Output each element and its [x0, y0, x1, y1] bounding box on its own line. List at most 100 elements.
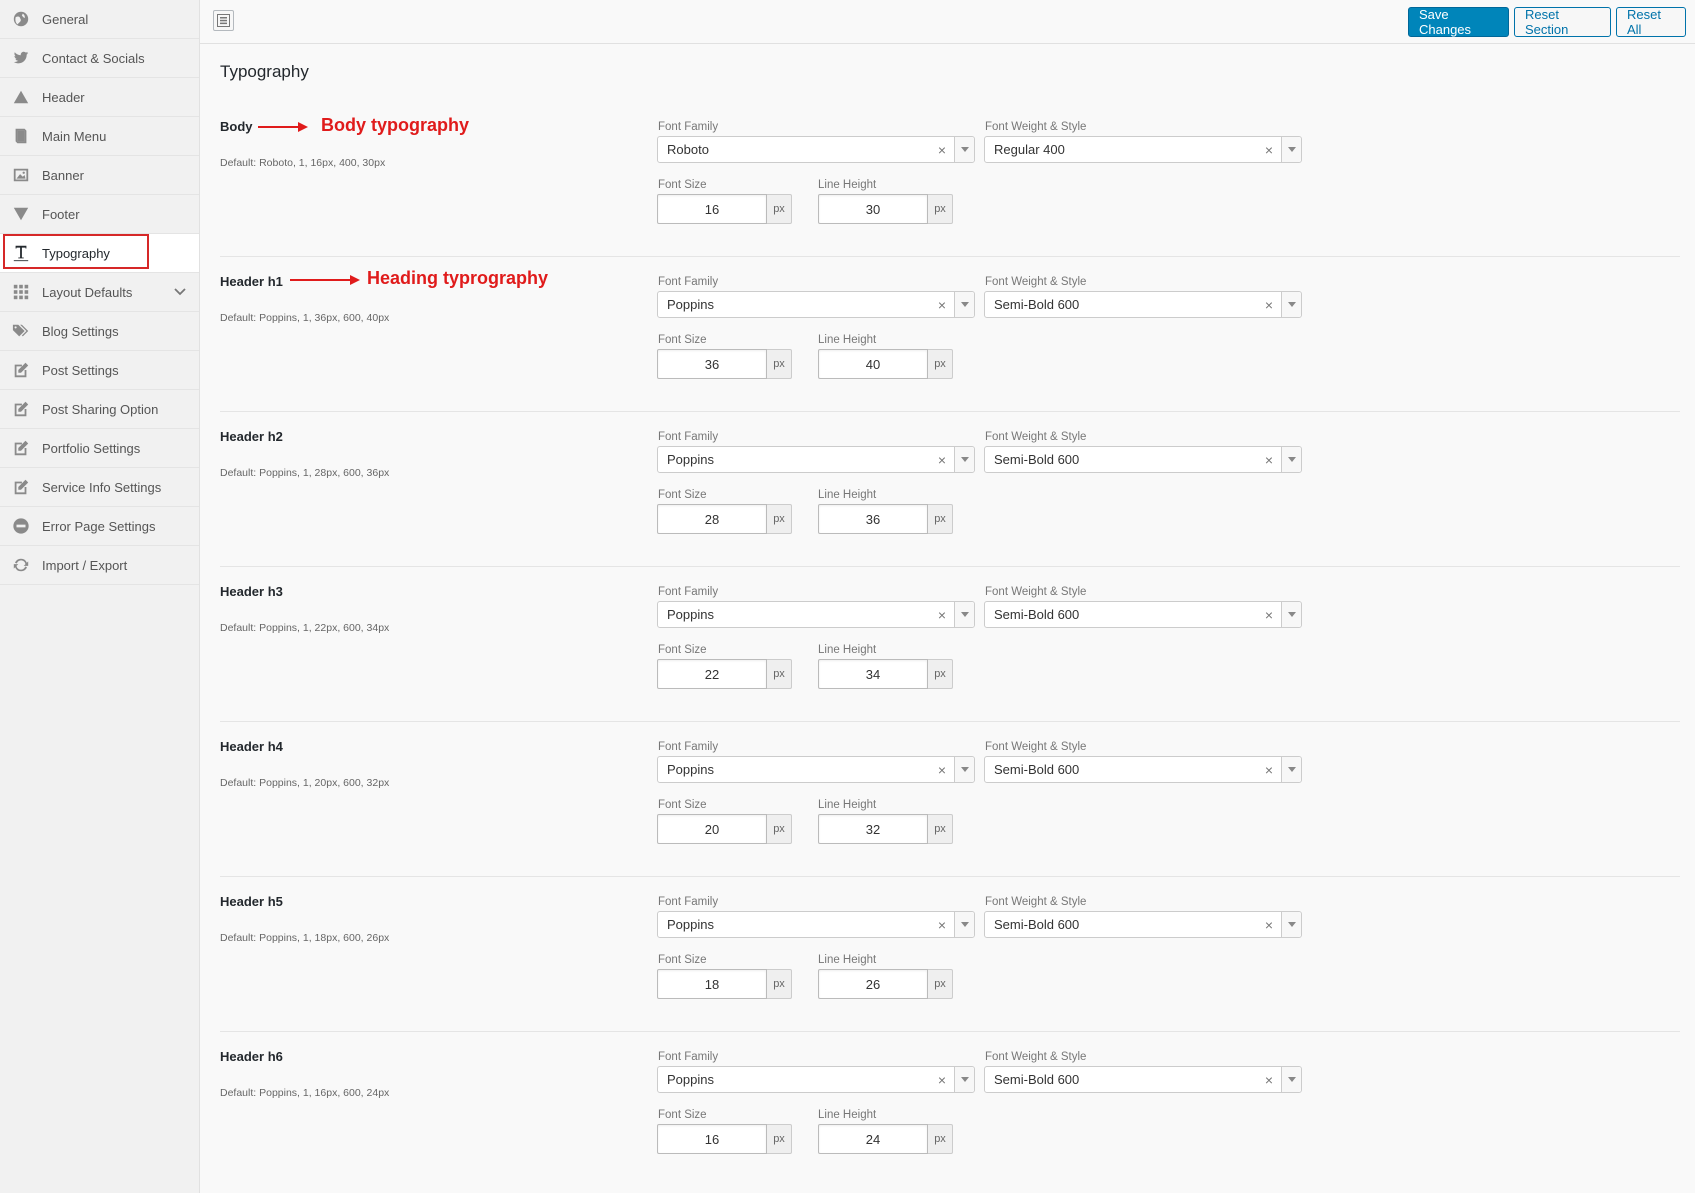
sidebar-item-general[interactable]: General	[0, 0, 199, 39]
font-size-input[interactable]	[657, 659, 767, 689]
font-size-input[interactable]	[657, 1124, 767, 1154]
clear-icon[interactable]: ×	[936, 608, 948, 622]
sidebar-item-import-export[interactable]: Import / Export	[0, 546, 199, 585]
sidebar-item-post-settings[interactable]: Post Settings	[0, 351, 199, 390]
edit-icon	[12, 400, 30, 418]
clear-icon[interactable]: ×	[936, 763, 948, 777]
line-height-input[interactable]	[818, 194, 928, 224]
font-size-input[interactable]	[657, 969, 767, 999]
text-icon	[12, 244, 30, 262]
font-weight-style-label: Font Weight & Style	[985, 431, 1087, 443]
page-title: Typography	[220, 62, 309, 81]
typography-section-h4: Header h4 Default: Poppins, 1, 20px, 600…	[220, 722, 1680, 877]
font-weight-style-label: Font Weight & Style	[985, 741, 1087, 753]
font-size-group: px	[657, 969, 792, 999]
clear-icon[interactable]: ×	[936, 143, 948, 157]
font-size-input[interactable]	[657, 814, 767, 844]
clear-icon[interactable]: ×	[936, 298, 948, 312]
sidebar-item-error-page-settings[interactable]: Error Page Settings	[0, 507, 199, 546]
font-weight-select[interactable]: Semi-Bold 600 ×	[984, 601, 1302, 628]
font-weight-select[interactable]: Semi-Bold 600 ×	[984, 756, 1302, 783]
clear-icon[interactable]: ×	[936, 453, 948, 467]
dropdown-arrow-icon[interactable]	[1281, 912, 1301, 937]
font-family-select[interactable]: Poppins ×	[657, 601, 975, 628]
line-height-input[interactable]	[818, 969, 928, 999]
dropdown-arrow-icon[interactable]	[954, 602, 974, 627]
clear-icon[interactable]: ×	[1263, 453, 1275, 467]
dropdown-arrow-icon[interactable]	[954, 757, 974, 782]
line-height-input[interactable]	[818, 659, 928, 689]
font-family-select[interactable]: Poppins ×	[657, 911, 975, 938]
typography-section-h6: Header h6 Default: Poppins, 1, 16px, 600…	[220, 1032, 1680, 1187]
dropdown-arrow-icon[interactable]	[1281, 602, 1301, 627]
sidebar-item-label: Blog Settings	[42, 323, 119, 339]
sidebar-item-typography[interactable]: Typography	[0, 234, 199, 273]
font-size-input[interactable]	[657, 504, 767, 534]
line-height-input[interactable]	[818, 814, 928, 844]
dropdown-arrow-icon[interactable]	[954, 137, 974, 162]
sidebar-item-blog-settings[interactable]: Blog Settings	[0, 312, 199, 351]
font-size-input[interactable]	[657, 349, 767, 379]
dropdown-arrow-icon[interactable]	[1281, 447, 1301, 472]
font-weight-select[interactable]: Semi-Bold 600 ×	[984, 911, 1302, 938]
clear-icon[interactable]: ×	[1263, 143, 1275, 157]
sidebar-item-footer[interactable]: Footer	[0, 195, 199, 234]
line-height-group: px	[818, 659, 953, 689]
sidebar-item-portfolio-settings[interactable]: Portfolio Settings	[0, 429, 199, 468]
sidebar-item-banner[interactable]: Banner	[0, 156, 199, 195]
sidebar-item-label: Layout Defaults	[42, 284, 133, 300]
dropdown-arrow-icon[interactable]	[1281, 292, 1301, 317]
sidebar-item-contact-socials[interactable]: Contact & Socials	[0, 39, 199, 78]
font-weight-select[interactable]: Semi-Bold 600 ×	[984, 291, 1302, 318]
unit-label: px	[767, 814, 792, 844]
font-weight-value: Regular 400	[994, 142, 1065, 157]
unit-label: px	[767, 1124, 792, 1154]
dropdown-arrow-icon[interactable]	[954, 292, 974, 317]
font-family-select[interactable]: Poppins ×	[657, 1066, 975, 1093]
sidebar-item-service-info-settings[interactable]: Service Info Settings	[0, 468, 199, 507]
sidebar-item-main-menu[interactable]: Main Menu	[0, 117, 199, 156]
clear-icon[interactable]: ×	[1263, 918, 1275, 932]
reset-section-button[interactable]: Reset Section	[1514, 7, 1611, 37]
dropdown-arrow-icon[interactable]	[954, 447, 974, 472]
line-height-group: px	[818, 814, 953, 844]
font-weight-select[interactable]: Semi-Bold 600 ×	[984, 1066, 1302, 1093]
font-family-select[interactable]: Poppins ×	[657, 446, 975, 473]
font-family-select[interactable]: Roboto ×	[657, 136, 975, 163]
dropdown-arrow-icon[interactable]	[1281, 1067, 1301, 1092]
dropdown-arrow-icon[interactable]	[1281, 137, 1301, 162]
line-height-input[interactable]	[818, 504, 928, 534]
typography-section-h3: Header h3 Default: Poppins, 1, 22px, 600…	[220, 567, 1680, 722]
clear-icon[interactable]: ×	[1263, 608, 1275, 622]
sidebar-item-label: Portfolio Settings	[42, 440, 141, 456]
font-family-select[interactable]: Poppins ×	[657, 756, 975, 783]
sidebar-item-layout-defaults[interactable]: Layout Defaults	[0, 273, 199, 312]
dropdown-arrow-icon[interactable]	[954, 1067, 974, 1092]
reset-all-button[interactable]: Reset All	[1616, 7, 1686, 37]
unit-label: px	[928, 194, 953, 224]
sidebar-item-header[interactable]: Header	[0, 78, 199, 117]
line-height-input[interactable]	[818, 1124, 928, 1154]
font-weight-select[interactable]: Regular 400 ×	[984, 136, 1302, 163]
sidebar-item-label: Contact & Socials	[42, 50, 145, 66]
clear-icon[interactable]: ×	[936, 918, 948, 932]
clear-icon[interactable]: ×	[1263, 298, 1275, 312]
typography-section-h5: Header h5 Default: Poppins, 1, 18px, 600…	[220, 877, 1680, 1032]
font-family-select[interactable]: Poppins ×	[657, 291, 975, 318]
dropdown-arrow-icon[interactable]	[954, 912, 974, 937]
heading-annotation-arrow	[290, 274, 360, 286]
save-changes-button[interactable]: Save Changes	[1408, 7, 1509, 37]
expand-options-button[interactable]	[213, 10, 234, 31]
body-annotation-text: Body typography	[321, 115, 470, 135]
dropdown-arrow-icon[interactable]	[1281, 757, 1301, 782]
edit-icon	[12, 439, 30, 457]
clear-icon[interactable]: ×	[936, 1073, 948, 1087]
line-height-input[interactable]	[818, 349, 928, 379]
tags-icon	[12, 322, 30, 340]
clear-icon[interactable]: ×	[1263, 1073, 1275, 1087]
chevron-down-icon[interactable]	[173, 285, 187, 299]
sidebar-item-post-sharing-option[interactable]: Post Sharing Option	[0, 390, 199, 429]
font-weight-select[interactable]: Semi-Bold 600 ×	[984, 446, 1302, 473]
font-size-input[interactable]	[657, 194, 767, 224]
clear-icon[interactable]: ×	[1263, 763, 1275, 777]
